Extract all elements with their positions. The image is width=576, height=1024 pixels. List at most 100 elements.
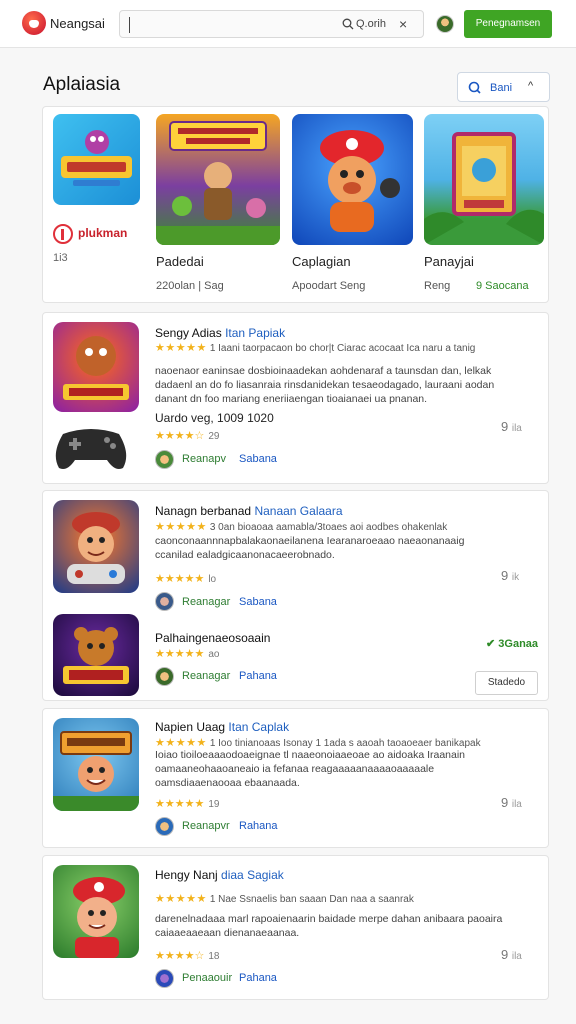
star-icons: ★★★★☆ (155, 950, 205, 962)
app-icon[interactable] (53, 322, 139, 412)
side-metric-value: 9 (501, 795, 509, 810)
search-query: Q.orih (356, 18, 386, 30)
app-icon[interactable] (53, 614, 139, 696)
app-icon[interactable] (53, 865, 139, 958)
publisher-logo-icon[interactable] (53, 224, 73, 244)
chevron-up-icon: ^ (528, 80, 534, 92)
featured-game-3-price: 9 Saocana (476, 280, 529, 292)
app-rating: ★★★★★ 3 0an bioaoaa aamabla/3toaes aoi ao… (155, 520, 447, 533)
game-art-icon (53, 731, 139, 811)
tag-blue[interactable]: Sabana (239, 453, 277, 465)
avatar[interactable] (436, 15, 454, 33)
rating-text: 1 Nae Ssnaelis ban saaan Dan naa a saanr… (209, 894, 414, 905)
featured-game-3-name[interactable]: Panayjai (424, 254, 474, 269)
top-bar: Neangsai Q.orih × Penegnamsen (0, 0, 576, 48)
developer-avatar[interactable] (155, 817, 174, 836)
tag-green[interactable]: Reanagar (182, 596, 230, 608)
side-metric-unit: ila (511, 423, 522, 434)
gamepad-icon (55, 429, 127, 469)
game-art-icon (63, 627, 129, 684)
text-caret (129, 17, 130, 33)
developer-avatar[interactable] (155, 969, 174, 988)
game-art-icon (67, 512, 125, 584)
tag-blue[interactable]: Sabana (239, 596, 277, 608)
app-description: caonconaannnapbalakaonaeilanena Iearanar… (155, 535, 465, 561)
app-rating: ★★★★★ 1 Nae Ssnaelis ban saaan Dan naa a … (155, 892, 414, 905)
sort-dropdown[interactable]: Bani ^ (457, 72, 550, 102)
star-icons: ★★★★☆ (155, 430, 205, 442)
featured-game-1[interactable] (156, 114, 280, 245)
publisher-name[interactable]: plukman (78, 226, 127, 240)
rating-count: ao (208, 649, 220, 660)
install-button[interactable]: Stadedo (475, 671, 538, 695)
app-publisher-link[interactable]: Nanaan Galaara (254, 504, 342, 518)
primary-action-button[interactable]: Penegnamsen (464, 10, 552, 38)
featured-game-3-meta: Reng (424, 280, 451, 292)
app-title[interactable]: Nanagn berbanad Nanaan Galaara (155, 504, 343, 518)
tag-blue[interactable]: Pahana (239, 972, 277, 984)
rating-count: lo (208, 574, 217, 585)
app-title[interactable]: Sengy Adias Itan Papiak (155, 326, 285, 340)
side-metric-value: 9 (501, 947, 509, 962)
app-title-text: Nanagn berbanad (155, 504, 252, 518)
app-description: Ioiao tioiloeaaaodoaeignae tl naaeonoiaa… (155, 749, 466, 789)
star-icons: ★★★★★ (155, 521, 207, 533)
game-art-icon (424, 132, 544, 245)
developer-avatar[interactable] (155, 667, 174, 686)
side-metric: 9 ik (501, 568, 519, 583)
side-metric-unit: ik (511, 572, 520, 583)
side-metric-unit: ila (511, 799, 522, 810)
star-icons: ★★★★★ (155, 798, 205, 810)
featured-game-3[interactable] (424, 114, 544, 245)
tag-blue[interactable]: Rahana (239, 820, 278, 832)
app-icon[interactable] (53, 718, 139, 811)
side-metric: 9 ila (501, 947, 522, 962)
app-rating-secondary: ★★★★★ 19 (155, 797, 219, 810)
app-rating-secondary: ★★★★★ lo (155, 572, 216, 585)
close-icon[interactable]: × (399, 16, 407, 32)
app-rating-secondary: ★★★★☆ 29 (155, 429, 219, 442)
star-icons: ★★★★★ (155, 893, 207, 905)
app-title-text: Napien Uaag (155, 720, 226, 734)
rating-text: 1 Iaani taorpacaon bo chor|t Ciarac acoc… (209, 343, 476, 354)
tag-green[interactable]: Reanagar (182, 670, 230, 682)
rating-count: 19 (208, 799, 220, 810)
side-metric: 9 ila (501, 795, 522, 810)
side-metric-value: 9 (501, 568, 509, 583)
page-title: Aplaiasia (43, 74, 121, 95)
app-title[interactable]: Napien Uaag Itan Caplak (155, 720, 289, 734)
tag-blue[interactable]: Pahana (239, 670, 277, 682)
app-publisher-link[interactable]: Itan Papiak (225, 326, 285, 340)
rating-count: 18 (208, 951, 220, 962)
rating-count: 29 (208, 431, 220, 442)
app-subtitle: Uardo veg, 1009 1020 (155, 411, 274, 425)
logo-icon[interactable] (22, 11, 46, 35)
app-title[interactable]: Hengy Nanj diaa Sagiak (155, 868, 284, 882)
app-rating-secondary: ★★★★★ ao (155, 647, 219, 660)
featured-game-2-name[interactable]: Caplagian (292, 254, 351, 269)
developer-avatar[interactable] (155, 450, 174, 469)
rating-text: 3 0an bioaoaa aamabla/3toaes aoi aodbes … (209, 522, 448, 533)
game-art-icon (61, 130, 132, 186)
app-title[interactable]: Palhaingenaeosoaain (155, 631, 270, 645)
app-publisher-link[interactable]: Itan Caplak (228, 720, 289, 734)
search-input[interactable]: Q.orih × (119, 10, 424, 38)
developer-avatar[interactable] (155, 592, 174, 611)
search-icon[interactable] (342, 18, 354, 30)
game-art-icon (73, 877, 125, 958)
app-icon[interactable] (53, 500, 139, 593)
featured-game-2-meta: Apoodart Seng (292, 280, 366, 292)
star-icons: ★★★★★ (155, 342, 207, 354)
star-icons: ★★★★★ (155, 648, 205, 660)
game-art-icon (156, 121, 280, 245)
tag-green[interactable]: Reanapvr (182, 820, 230, 832)
featured-game-1-name[interactable]: Padedai (156, 254, 204, 269)
featured-icon-publisher[interactable] (53, 114, 140, 205)
side-metric: 9 ila (501, 419, 522, 434)
featured-game-2[interactable] (292, 114, 413, 245)
tag-green[interactable]: Reanapv (182, 453, 226, 465)
tag-green[interactable]: Penaaouir (182, 972, 232, 984)
brand-name[interactable]: Neangsai (50, 16, 105, 31)
game-art-icon (320, 130, 400, 232)
app-publisher-link[interactable]: diaa Sagiak (221, 868, 284, 882)
